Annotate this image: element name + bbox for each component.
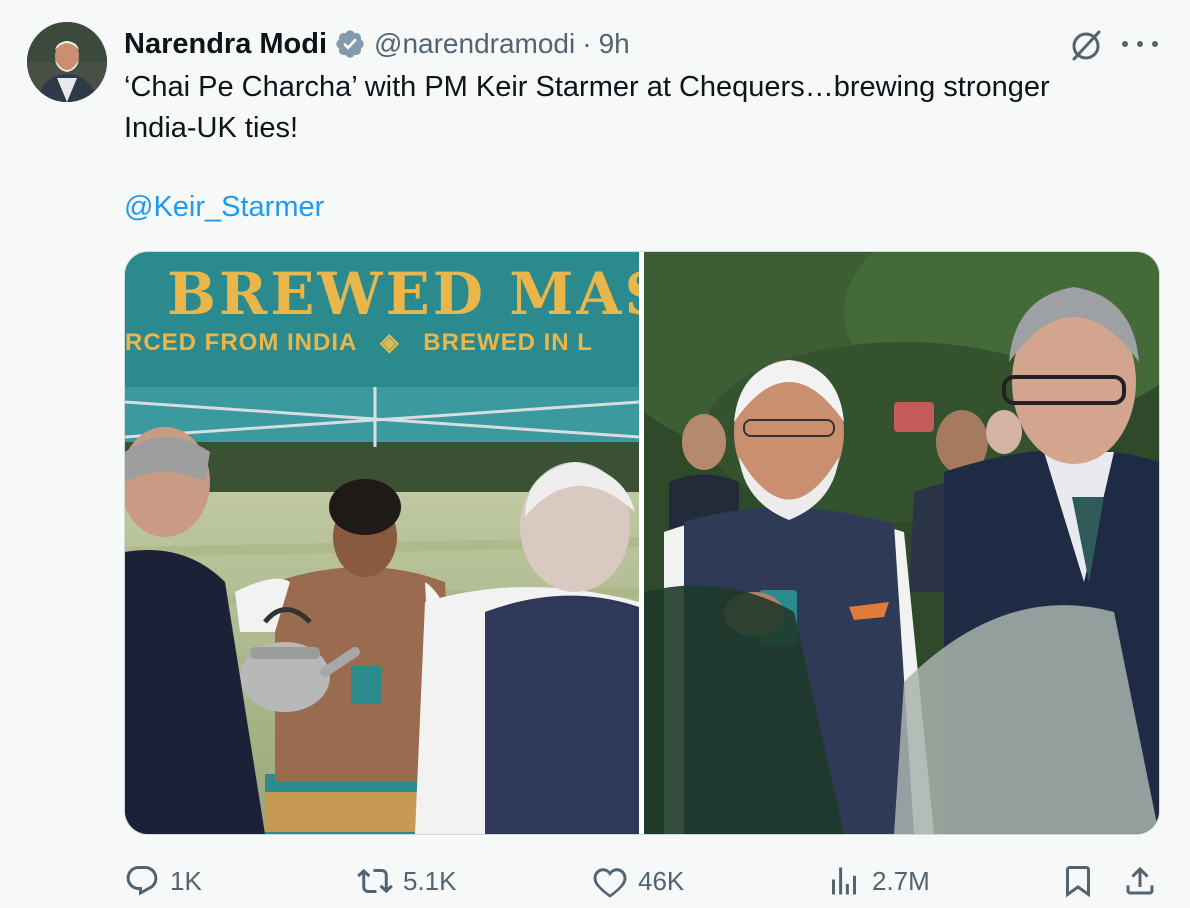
photo-leaders-walking[interactable] [644,252,1159,834]
author-handle[interactable]: @narendramodi [374,28,575,60]
like-count: 46K [638,865,685,896]
views-count: 2.7M [872,865,930,896]
more-dot [1137,41,1143,47]
tweet-actions: 1K 5.1K 46K 2.7M [0,858,1190,904]
reply-button[interactable]: 1K [124,863,202,899]
bookmark-button[interactable] [1060,863,1096,899]
bookmark-icon [1066,866,1090,898]
share-button[interactable] [1122,863,1158,899]
tweet-media[interactable]: BREWED MAS RCED FROM INDIA ◈ BREWED IN L [124,251,1160,835]
reply-icon [126,866,158,896]
banner-subtitle: RCED FROM INDIA ◈ BREWED IN L [125,328,593,357]
heart-icon [593,868,627,898]
separator-dot: · [582,28,592,59]
views-button[interactable]: 2.7M [826,863,930,899]
tweet-header: Narendra Modi @narendramodi · 9h [124,24,630,64]
verified-badge-icon [336,30,364,58]
like-button[interactable]: 46K [592,863,684,899]
repost-icon [357,868,393,894]
banner-sub-b: BREWED IN L [423,329,593,356]
mention-link[interactable]: @Keir_Starmer [124,187,324,228]
author-avatar[interactable] [27,22,107,102]
author-name[interactable]: Narendra Modi [124,28,327,61]
reply-count: 1K [170,865,202,896]
views-icon [832,867,856,895]
more-icon[interactable] [1122,30,1158,58]
banner-sub-a: RCED FROM INDIA [125,329,357,356]
avatar-image [27,22,107,102]
leaders-image [644,252,1159,834]
more-dot [1122,41,1128,47]
banner-title: BREWED MAS [167,260,639,328]
grok-icon[interactable] [1066,26,1106,66]
tweet-text: ‘Chai Pe Charcha’ with PM Keir Starmer a… [124,67,1124,149]
more-dot [1152,41,1158,47]
banner-diamond-icon: ◈ [380,329,400,356]
tweet-body: ‘Chai Pe Charcha’ with PM Keir Starmer a… [124,71,1050,144]
share-icon [1126,866,1154,895]
repost-count: 5.1K [403,865,457,896]
photo-tea-stall[interactable]: BREWED MAS RCED FROM INDIA ◈ BREWED IN L [125,252,639,834]
tweet-timestamp[interactable]: 9h [599,28,630,60]
repost-button[interactable]: 5.1K [357,863,457,899]
